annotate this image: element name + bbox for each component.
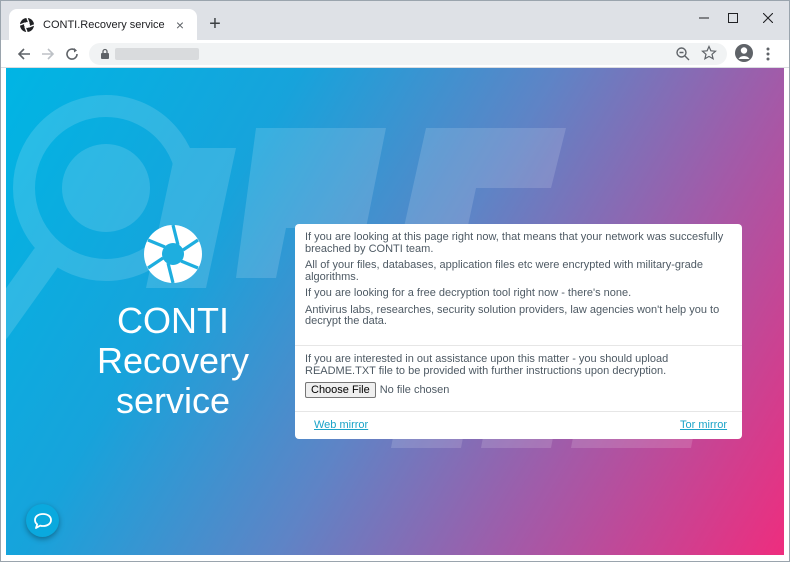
maximize-button[interactable] [718,7,748,29]
minimize-icon [699,17,709,19]
profile-avatar-icon[interactable] [734,43,754,63]
minimize-button[interactable] [689,7,719,29]
tab-title: CONTI.Recovery service [43,18,165,31]
tab-strip: CONTI.Recovery service × + [1,1,789,40]
maximize-icon [728,13,738,23]
aperture-icon [142,223,204,285]
brand-title-line2: Recovery [96,340,250,381]
message-paragraph: All of your files, databases, applicatio… [305,259,704,283]
upload-section: If you are interested in out assistance … [305,353,733,398]
back-button[interactable] [14,44,34,64]
brand-title-line1: CONTI [117,300,229,341]
browser-menu-button[interactable] [761,44,775,64]
divider [295,411,742,412]
tab-close-icon[interactable]: × [173,18,187,32]
browser-window: CONTI.Recovery service × + CONTI Recover… [0,0,790,562]
message-paragraph: If you are looking for a free decryption… [305,287,632,299]
chat-button[interactable] [26,504,59,537]
ransom-note-card: If you are looking at this page right no… [295,224,742,439]
star-icon[interactable] [701,45,717,61]
chat-bubble-icon [33,512,52,529]
browser-toolbar [1,40,789,68]
message-paragraph: Antivirus labs, researches, security sol… [305,303,720,327]
aperture-icon [19,17,35,33]
no-file-label: No file chosen [379,384,450,396]
ransom-message: If you are looking at this page right no… [305,231,733,333]
address-bar[interactable] [89,43,727,65]
brand-title-line3: service [115,380,231,421]
web-mirror-link[interactable]: Web mirror [314,419,368,431]
upload-instructions: If you are interested in out assistance … [305,353,669,377]
close-icon [763,13,773,23]
reload-icon [66,48,78,60]
close-window-button[interactable] [753,7,783,29]
message-paragraph: If you are looking at this page right no… [305,231,724,255]
brand-block: CONTI Recovery service [76,223,270,421]
new-tab-button[interactable]: + [205,14,225,34]
tab-conti-recovery[interactable]: CONTI.Recovery service × [9,9,197,40]
url-redacted [115,48,199,60]
page-content: CONTI Recovery service If you are lookin… [6,68,784,555]
brand-title: CONTI Recovery service [76,301,270,421]
arrow-left-icon [17,48,30,60]
file-input: Choose File No file chosen [305,382,733,398]
choose-file-button[interactable]: Choose File [305,382,376,398]
zoom-icon[interactable] [675,46,691,62]
divider [295,345,742,346]
kebab-menu-icon [766,47,770,61]
reload-button[interactable] [62,44,82,64]
lock-icon [101,48,109,59]
forward-button[interactable] [38,44,58,64]
arrow-right-icon [42,48,55,60]
tor-mirror-link[interactable]: Tor mirror [680,419,727,431]
